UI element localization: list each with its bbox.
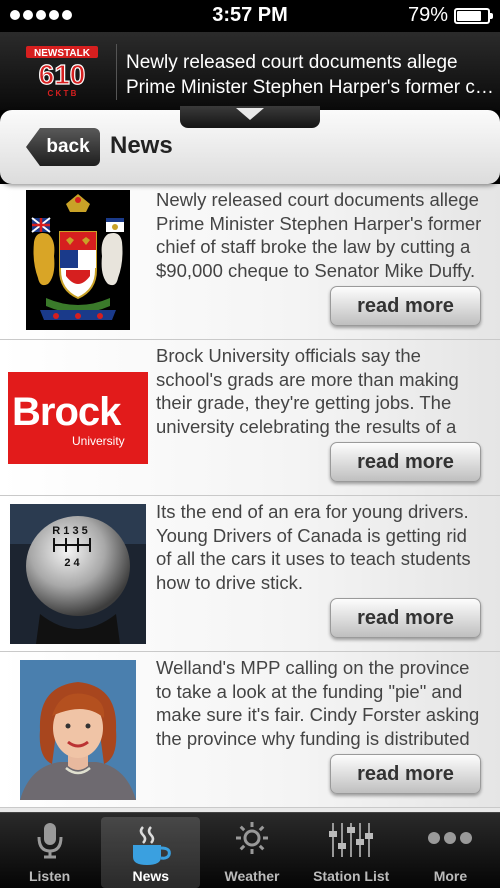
logo-text-610: 610 xyxy=(39,59,86,90)
read-more-button[interactable]: read more xyxy=(330,754,481,794)
tab-listen[interactable]: Listen xyxy=(0,813,99,888)
tab-weather[interactable]: Weather xyxy=(202,813,301,888)
logo-text-cktb: C K T B xyxy=(48,89,77,98)
station-logo: NEWSTALK 610 C K T B xyxy=(26,46,98,98)
mixer-sliders-icon xyxy=(329,823,374,857)
gear-pattern-bottom-text: 2 4 xyxy=(64,557,80,569)
status-bar: 3:57 PM 79% xyxy=(0,0,500,32)
collapse-handle[interactable] xyxy=(180,106,320,128)
read-more-button[interactable]: read more xyxy=(330,442,481,482)
tab-label: Station List xyxy=(313,868,390,884)
sun-icon xyxy=(236,822,268,854)
canada-coat-of-arms-image xyxy=(26,190,130,330)
coffee-cup-icon xyxy=(132,826,171,865)
logo-text-newstalk: NEWSTALK xyxy=(34,48,91,59)
tab-news[interactable]: News xyxy=(101,817,201,888)
news-summary: Newly released court documents allege Pr… xyxy=(156,189,482,281)
now-playing-headline-1: Newly released court documents allege xyxy=(126,52,458,73)
news-item[interactable]: R 1 3 5 2 4 Its the end of an era for yo… xyxy=(0,496,500,652)
news-summary: Welland's MPP calling on the province to… xyxy=(156,657,480,749)
brock-university-logo-image: Brock University xyxy=(8,372,148,464)
news-item[interactable]: Welland's MPP calling on the province to… xyxy=(0,652,500,808)
brock-logo-subtext: University xyxy=(72,434,125,448)
cindy-forster-portrait-image xyxy=(20,660,136,800)
news-list[interactable]: Newly released court documents allege Pr… xyxy=(0,184,500,812)
now-playing-bar[interactable]: NEWSTALK 610 C K T B Newly released cour… xyxy=(0,32,500,110)
gear-pattern-top-text: R 1 3 5 xyxy=(52,525,87,537)
page-title: News xyxy=(110,132,173,159)
tab-label: Weather xyxy=(224,868,280,884)
tab-station-list[interactable]: Station List xyxy=(302,813,401,888)
news-item[interactable]: Newly released court documents allege Pr… xyxy=(0,184,500,340)
back-button[interactable]: back xyxy=(26,128,100,166)
tab-label: Listen xyxy=(28,868,71,884)
tab-more[interactable]: More xyxy=(401,813,500,888)
battery-icon xyxy=(454,8,493,24)
navigation-header: back News xyxy=(0,106,500,184)
battery-percentage: 79% xyxy=(407,4,448,26)
news-summary: Brock University officials say the schoo… xyxy=(156,345,459,437)
tab-label: More xyxy=(433,868,468,884)
microphone-icon xyxy=(37,823,63,859)
tab-bar: Listen News Weather Station List More xyxy=(0,812,500,888)
gear-shift-knob-image: R 1 3 5 2 4 xyxy=(10,504,146,644)
tab-label: News xyxy=(132,868,170,884)
ellipsis-icon xyxy=(428,832,473,844)
news-item[interactable]: Brock University Brock University offici… xyxy=(0,340,500,496)
brock-logo-text: Brock xyxy=(12,390,121,434)
news-summary: Its the end of an era for young drivers.… xyxy=(156,501,471,593)
read-more-button[interactable]: read more xyxy=(330,598,481,638)
now-playing-headline-2: Prime Minister Stephen Harper's former c… xyxy=(126,77,494,98)
read-more-button[interactable]: read more xyxy=(330,286,481,326)
